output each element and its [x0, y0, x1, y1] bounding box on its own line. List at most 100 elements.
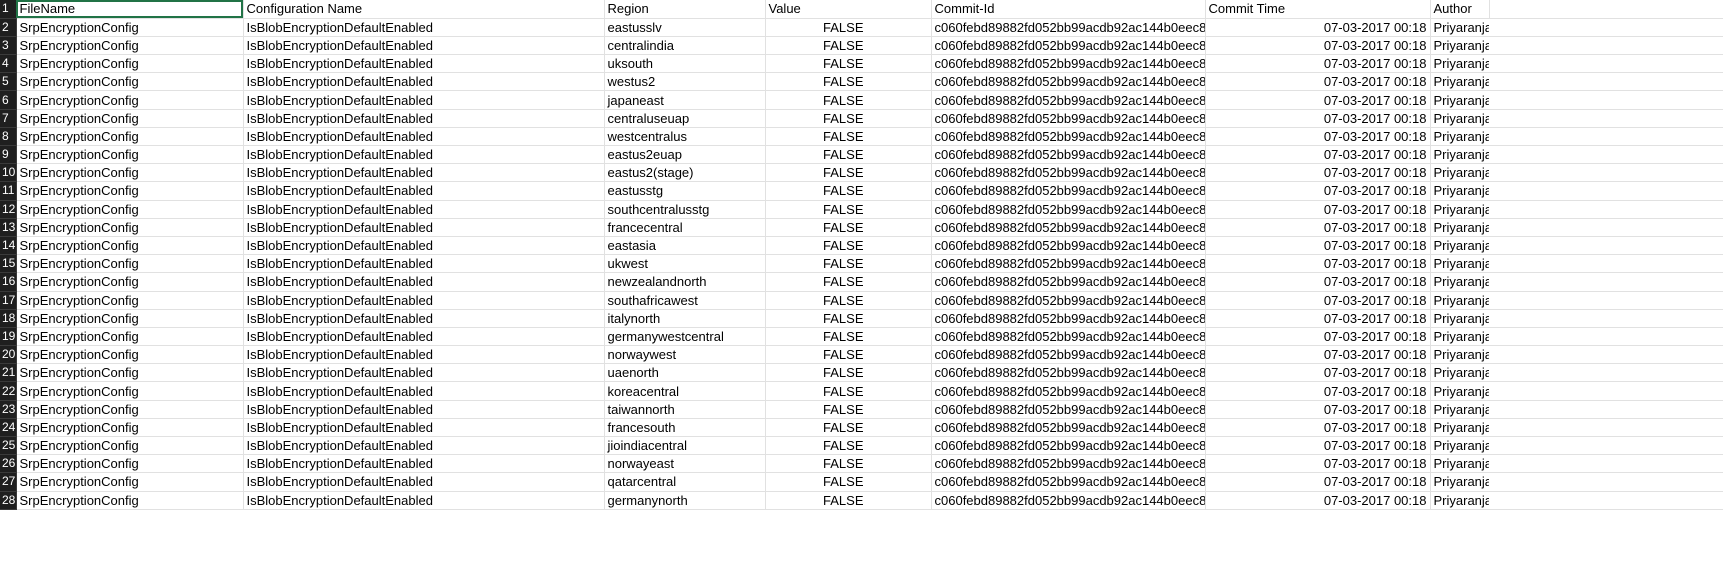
cell-author[interactable]: Priyaranjan Pandey	[1430, 90, 1489, 110]
cell-region[interactable]: norwayeast	[604, 454, 766, 474]
cell-commit-time[interactable]: 07-03-2017 00:18	[1205, 363, 1431, 383]
header-configuration-name[interactable]: Configuration Name	[243, 0, 605, 19]
empty-sheet-area[interactable]	[0, 510, 1723, 563]
cell-configuration-name[interactable]: IsBlobEncryptionDefaultEnabled	[243, 236, 605, 256]
cell-value[interactable]: FALSE	[765, 218, 932, 237]
cell-commit-time[interactable]: 07-03-2017 00:18	[1205, 381, 1431, 401]
cell-commit-id[interactable]: c060febd89882fd052bb99acdb92ac144b0eec88	[931, 472, 1206, 492]
cell-commit-id[interactable]: c060febd89882fd052bb99acdb92ac144b0eec88	[931, 90, 1206, 110]
cell-commit-time[interactable]: 07-03-2017 00:18	[1205, 254, 1431, 274]
cell-commit-id[interactable]: c060febd89882fd052bb99acdb92ac144b0eec88	[931, 72, 1206, 92]
empty-cell[interactable]	[1489, 454, 1723, 474]
cell-configuration-name[interactable]: IsBlobEncryptionDefaultEnabled	[243, 72, 605, 92]
row-number[interactable]: 18	[0, 309, 17, 328]
cell-author[interactable]: Priyaranjan Pandey	[1430, 181, 1489, 201]
cell-commit-id[interactable]: c060febd89882fd052bb99acdb92ac144b0eec88	[931, 200, 1206, 219]
cell-filename[interactable]: SrpEncryptionConfig	[16, 54, 244, 74]
empty-cell[interactable]	[1489, 0, 1723, 19]
empty-cell[interactable]	[1489, 145, 1723, 165]
cell-configuration-name[interactable]: IsBlobEncryptionDefaultEnabled	[243, 163, 605, 183]
row-number[interactable]: 11	[0, 181, 17, 201]
cell-filename[interactable]: SrpEncryptionConfig	[16, 72, 244, 92]
cell-filename[interactable]: SrpEncryptionConfig	[16, 381, 244, 401]
cell-configuration-name[interactable]: IsBlobEncryptionDefaultEnabled	[243, 436, 605, 456]
header-value[interactable]: Value	[765, 0, 932, 19]
row-number[interactable]: 8	[0, 127, 17, 147]
cell-author[interactable]: Priyaranjan Pandey	[1430, 272, 1489, 292]
row-number[interactable]: 27	[0, 472, 17, 492]
row-number[interactable]: 15	[0, 254, 17, 274]
cell-commit-id[interactable]: c060febd89882fd052bb99acdb92ac144b0eec88	[931, 381, 1206, 401]
cell-commit-time[interactable]: 07-03-2017 00:18	[1205, 400, 1431, 419]
cell-value[interactable]: FALSE	[765, 454, 932, 474]
cell-configuration-name[interactable]: IsBlobEncryptionDefaultEnabled	[243, 218, 605, 237]
cell-author[interactable]: Priyaranjan Pandey	[1430, 345, 1489, 365]
cell-author[interactable]: Priyaranjan Pandey	[1430, 309, 1489, 328]
cell-configuration-name[interactable]: IsBlobEncryptionDefaultEnabled	[243, 36, 605, 56]
cell-region[interactable]: centraluseuap	[604, 109, 766, 128]
empty-cell[interactable]	[1489, 127, 1723, 147]
cell-region[interactable]: centralindia	[604, 36, 766, 56]
cell-commit-time[interactable]: 07-03-2017 00:18	[1205, 472, 1431, 492]
cell-commit-id[interactable]: c060febd89882fd052bb99acdb92ac144b0eec88	[931, 127, 1206, 147]
cell-filename[interactable]: SrpEncryptionConfig	[16, 181, 244, 201]
cell-region[interactable]: jioindiacentral	[604, 436, 766, 456]
cell-author[interactable]: Priyaranjan Pandey	[1430, 291, 1489, 310]
cell-commit-time[interactable]: 07-03-2017 00:18	[1205, 272, 1431, 292]
cell-region[interactable]: francecentral	[604, 218, 766, 237]
cell-configuration-name[interactable]: IsBlobEncryptionDefaultEnabled	[243, 363, 605, 383]
empty-cell[interactable]	[1489, 363, 1723, 383]
cell-value[interactable]: FALSE	[765, 200, 932, 219]
row-number[interactable]: 13	[0, 218, 17, 237]
row-number[interactable]: 5	[0, 72, 17, 92]
cell-configuration-name[interactable]: IsBlobEncryptionDefaultEnabled	[243, 54, 605, 74]
cell-value[interactable]: FALSE	[765, 90, 932, 110]
cell-value[interactable]: FALSE	[765, 327, 932, 347]
cell-author[interactable]: Priyaranjan Pandey	[1430, 36, 1489, 56]
cell-filename[interactable]: SrpEncryptionConfig	[16, 327, 244, 347]
cell-filename[interactable]: SrpEncryptionConfig	[16, 236, 244, 256]
row-number[interactable]: 25	[0, 436, 17, 456]
cell-commit-time[interactable]: 07-03-2017 00:18	[1205, 454, 1431, 474]
cell-value[interactable]: FALSE	[765, 400, 932, 419]
cell-author[interactable]: Priyaranjan Pandey	[1430, 200, 1489, 219]
empty-cell[interactable]	[1489, 72, 1723, 92]
row-number[interactable]: 10	[0, 163, 17, 183]
row-number[interactable]: 1	[0, 0, 17, 19]
cell-commit-id[interactable]: c060febd89882fd052bb99acdb92ac144b0eec88	[931, 18, 1206, 37]
cell-region[interactable]: westcentralus	[604, 127, 766, 147]
empty-cell[interactable]	[1489, 327, 1723, 347]
empty-cell[interactable]	[1489, 381, 1723, 401]
cell-region[interactable]: uksouth	[604, 54, 766, 74]
empty-cell[interactable]	[1489, 272, 1723, 292]
cell-author[interactable]: Priyaranjan Pandey	[1430, 381, 1489, 401]
cell-filename[interactable]: SrpEncryptionConfig	[16, 200, 244, 219]
cell-region[interactable]: southafricawest	[604, 291, 766, 310]
empty-cell[interactable]	[1489, 163, 1723, 183]
cell-author[interactable]: Priyaranjan Pandey	[1430, 454, 1489, 474]
cell-value[interactable]: FALSE	[765, 127, 932, 147]
cell-filename[interactable]: SrpEncryptionConfig	[16, 36, 244, 56]
cell-commit-time[interactable]: 07-03-2017 00:18	[1205, 291, 1431, 310]
row-number[interactable]: 26	[0, 454, 17, 474]
cell-author[interactable]: Priyaranjan Pandey	[1430, 400, 1489, 419]
cell-region[interactable]: germanywestcentral	[604, 327, 766, 347]
header-filename[interactable]: FileName	[16, 0, 244, 19]
cell-region[interactable]: eastus2(stage)	[604, 163, 766, 183]
cell-commit-time[interactable]: 07-03-2017 00:18	[1205, 163, 1431, 183]
cell-commit-id[interactable]: c060febd89882fd052bb99acdb92ac144b0eec88	[931, 345, 1206, 365]
cell-configuration-name[interactable]: IsBlobEncryptionDefaultEnabled	[243, 127, 605, 147]
row-number[interactable]: 16	[0, 272, 17, 292]
cell-commit-time[interactable]: 07-03-2017 00:18	[1205, 236, 1431, 256]
cell-author[interactable]: Priyaranjan Pandey	[1430, 491, 1489, 510]
cell-region[interactable]: taiwannorth	[604, 400, 766, 419]
cell-value[interactable]: FALSE	[765, 109, 932, 128]
cell-value[interactable]: FALSE	[765, 472, 932, 492]
empty-cell[interactable]	[1489, 200, 1723, 219]
row-number[interactable]: 4	[0, 54, 17, 74]
cell-configuration-name[interactable]: IsBlobEncryptionDefaultEnabled	[243, 272, 605, 292]
cell-configuration-name[interactable]: IsBlobEncryptionDefaultEnabled	[243, 18, 605, 37]
cell-configuration-name[interactable]: IsBlobEncryptionDefaultEnabled	[243, 400, 605, 419]
cell-region[interactable]: southcentralusstg	[604, 200, 766, 219]
cell-region[interactable]: uaenorth	[604, 363, 766, 383]
